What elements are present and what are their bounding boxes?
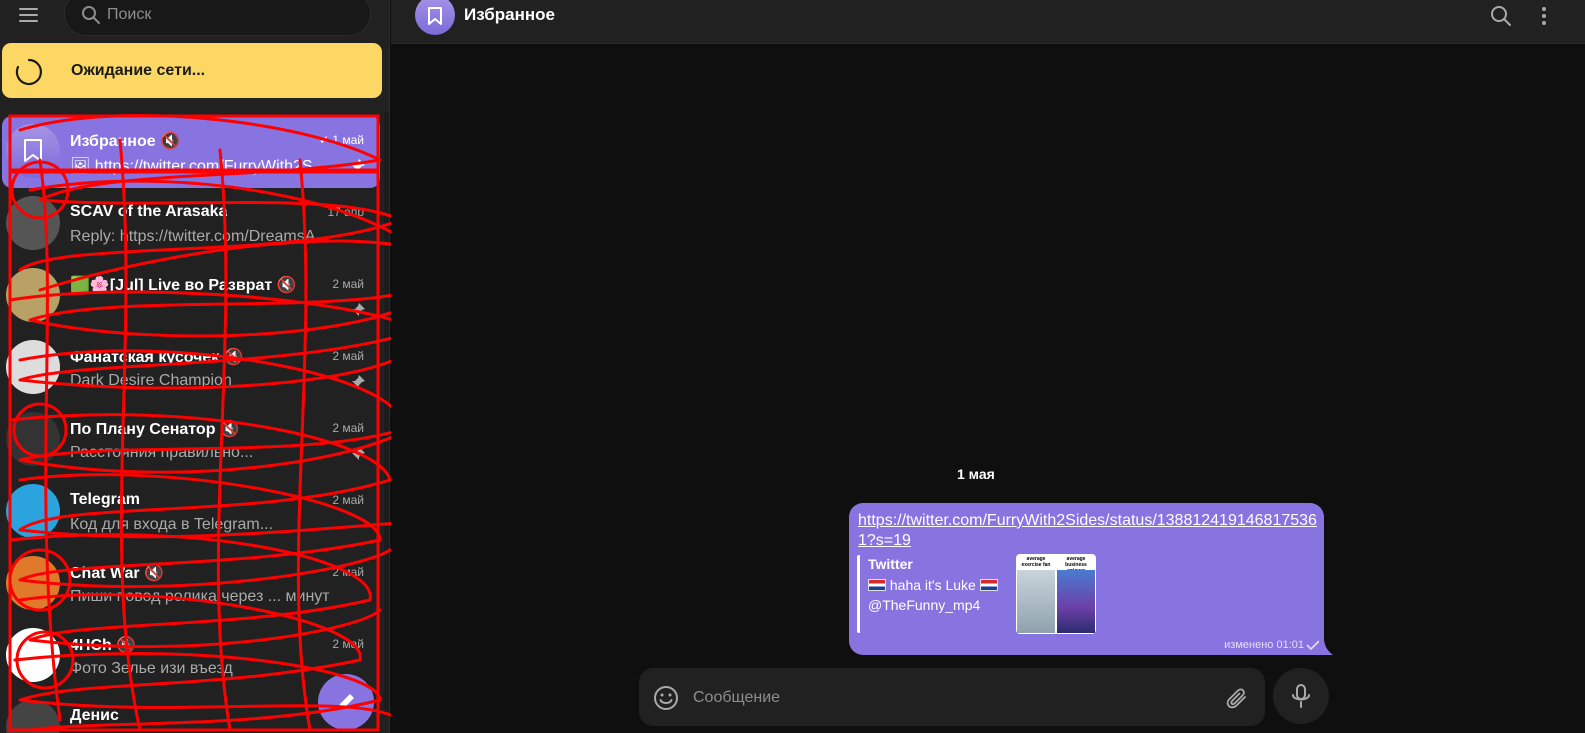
message-meta: изменено 01:01 [1224, 639, 1304, 651]
chat-preview: Фото Зелье изи въезд [70, 660, 233, 677]
chat-item-saved-messages[interactable]: Избранное 🔇 ✓ 1 май 🖼 https://twitter.co… [2, 116, 380, 188]
date-separator: 1 мая [957, 466, 995, 482]
bubble-tail [1319, 640, 1333, 655]
chat-preview: Dark Desire Champion [70, 372, 232, 389]
chat-list-scrollbar[interactable] [384, 112, 389, 712]
network-status-text: Ожидание сети... [71, 62, 206, 79]
sidebar-top-bar [0, 0, 389, 38]
thumbnail-right-image [1057, 570, 1095, 633]
preview-site-name: Twitter [868, 556, 913, 572]
chat-preview: Пиши повод ролика через ... минут [70, 588, 330, 605]
chat-item[interactable]: SCAV of the Arasaka 17 апр Reply: https:… [2, 188, 380, 260]
chat-item[interactable]: 4HCh 🔇 2 май Фото Зелье изи въезд [2, 620, 380, 692]
message-link[interactable]: https://twitter.com/FurryWith2Sides/stat… [858, 511, 1318, 551]
pin-icon [352, 303, 365, 316]
avatar [6, 628, 60, 682]
chat-name: Chat War 🔇 [70, 565, 164, 582]
chat-preview: Расстояния правильно... [70, 444, 254, 461]
pin-icon [352, 375, 365, 388]
thumbnail-left-image [1017, 570, 1055, 633]
search-icon [82, 6, 100, 24]
croatia-flag-icon [979, 579, 998, 591]
loading-spinner-icon [15, 58, 42, 86]
telegram-app: Ожидание сети... Избранное 🔇 ✓ 1 май 🖼 h… [0, 0, 1585, 733]
avatar [6, 268, 60, 322]
avatar [6, 412, 60, 466]
preview-title: haha it's Luke [868, 577, 998, 593]
avatar [6, 124, 60, 178]
pencil-icon [338, 694, 354, 710]
new-message-button[interactable] [318, 674, 374, 730]
sidebar: Ожидание сети... Избранное 🔇 ✓ 1 май 🖼 h… [0, 0, 390, 733]
chat-name: Денис [70, 707, 119, 724]
chat-item[interactable]: По Плану Сенатор 🔇 2 май Расстояния прав… [2, 404, 380, 476]
chat-name: 4HCh 🔇 [70, 637, 137, 654]
chat-title[interactable]: Избранное [464, 5, 555, 25]
avatar [6, 700, 60, 733]
chat-item[interactable]: 🟩🌸[Jul] Live во Разврат 🔇 2 май [2, 260, 380, 332]
chat-item[interactable]: Chat War 🔇 2 май Пиши повод ролика через… [2, 548, 380, 620]
check-icon [1306, 640, 1320, 650]
more-options-icon[interactable] [1536, 4, 1552, 28]
voice-message-button[interactable] [1273, 668, 1329, 724]
chat-time: 2 май [332, 565, 364, 579]
search-box[interactable] [64, 0, 371, 36]
avatar [6, 484, 60, 538]
chat-name: По Плану Сенатор 🔇 [70, 421, 240, 438]
header-avatar[interactable] [415, 0, 455, 35]
chat-name: Избранное 🔇 [70, 133, 180, 150]
network-status-banner: Ожидание сети... [2, 43, 382, 98]
bookmark-icon [428, 7, 442, 25]
chat-time: ✓ 1 май [318, 133, 364, 147]
chat-time: 2 май [332, 421, 364, 435]
avatar [6, 196, 60, 250]
chat-time: 2 май [332, 349, 364, 363]
chat-time: 2 май [332, 493, 364, 507]
paperclip-icon[interactable] [1225, 686, 1249, 710]
chat-name: 🟩🌸[Jul] Live во Разврат 🔇 [70, 277, 297, 294]
message-input[interactable] [693, 684, 1213, 712]
chat-time: 2 май [332, 637, 364, 651]
chat-item[interactable]: Telegram 2 май Код для входа в Telegram.… [2, 476, 380, 548]
thumbnail-caption-left: average exercise fan [1021, 556, 1051, 568]
croatia-flag-icon [868, 579, 886, 591]
chat-item[interactable]: Фанатская кусочек 🔇 2 май Dark Desire Ch… [2, 332, 380, 404]
chat-preview: Reply: https://twitter.com/DreamsA... [70, 228, 329, 245]
message-composer [639, 668, 1265, 726]
chat-list: Избранное 🔇 ✓ 1 май 🖼 https://twitter.co… [0, 112, 382, 733]
chat-panel: Избранное 1 мая https://twitter.com/Furr… [391, 0, 1585, 733]
avatar [6, 340, 60, 394]
chat-header: Избранное [391, 0, 1585, 44]
chat-name: Фанатская кусочек 🔇 [70, 349, 244, 366]
preview-thumbnail[interactable]: average exercise fan average business en… [1016, 554, 1096, 634]
chat-name: SCAV of the Arasaka [70, 203, 228, 220]
emoji-icon[interactable] [653, 685, 679, 711]
pin-icon [352, 159, 365, 172]
message-bubble[interactable]: https://twitter.com/FurryWith2Sides/stat… [849, 503, 1324, 655]
hamburger-menu-icon[interactable] [12, 2, 46, 30]
chat-name: Telegram [70, 491, 140, 508]
preview-handle: @TheFunny_mp4 [868, 597, 981, 613]
microphone-icon [1292, 684, 1310, 708]
chat-time: 17 апр [327, 205, 364, 219]
search-input[interactable] [107, 1, 347, 29]
pin-icon [352, 447, 365, 460]
avatar [6, 556, 60, 610]
chat-preview: Код для входа в Telegram... [70, 516, 274, 533]
chat-preview: 🖼 https://twitter.com/FurryWith2S... [70, 158, 326, 175]
search-icon[interactable] [1489, 4, 1513, 28]
bookmark-icon [24, 139, 42, 162]
chat-time: 2 май [332, 277, 364, 291]
